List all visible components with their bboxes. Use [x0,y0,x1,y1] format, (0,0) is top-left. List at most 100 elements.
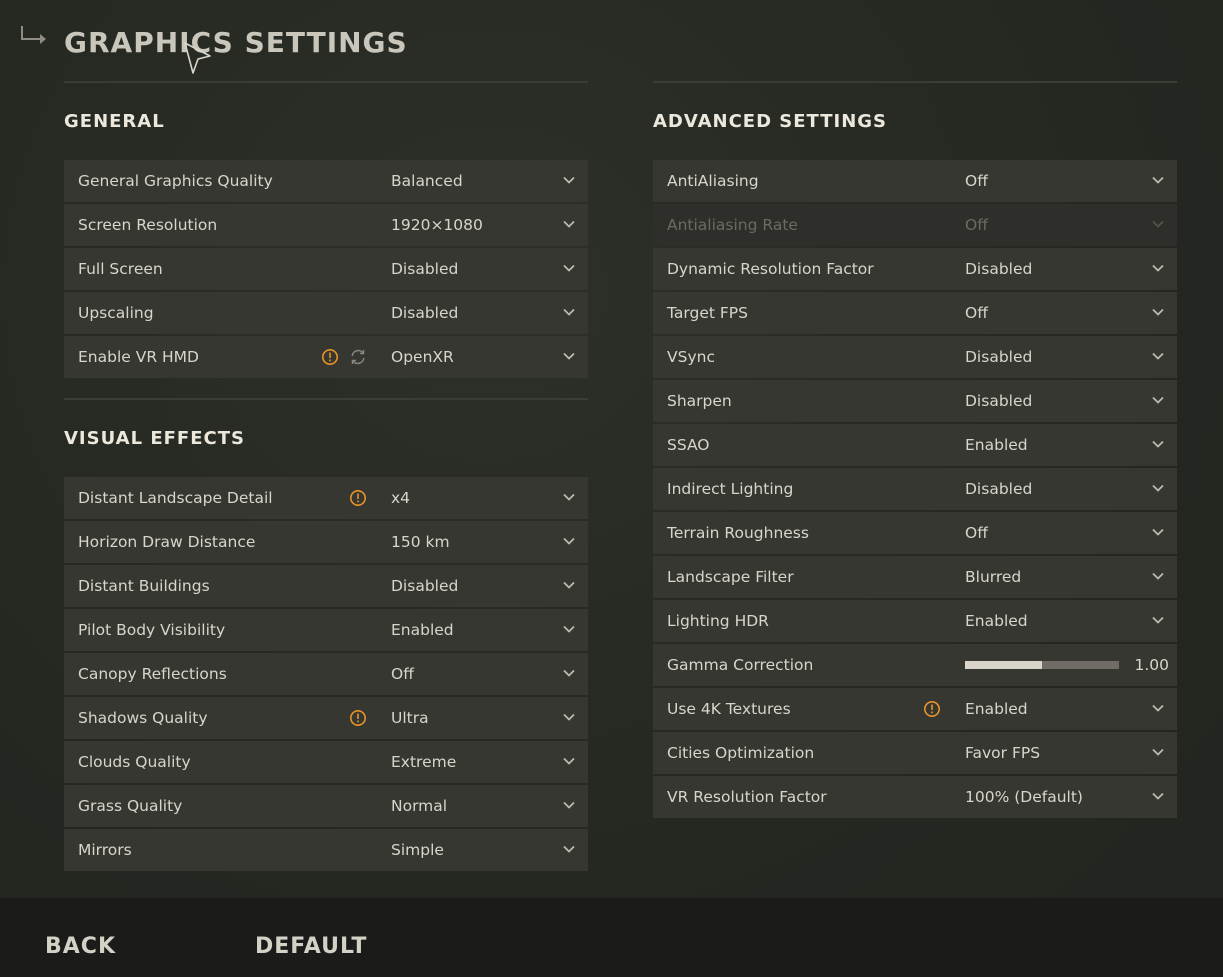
visual-effects-settings-list: Distant Landscape Detail x4 Horizon Draw D… [64,477,588,873]
mouse-cursor-icon [184,42,211,74]
setting-value: 150 km [391,533,450,551]
chevron-down-icon [563,308,575,316]
chevron-down-icon [1152,308,1164,316]
setting-label: Dynamic Resolution Factor [667,260,874,278]
setting-label: Terrain Roughness [667,524,809,542]
setting-label: Enable VR HMD [78,348,199,366]
setting-row-lighting-hdr[interactable]: Lighting HDR Enabled [653,600,1177,642]
chevron-down-icon [563,713,575,721]
chevron-down-icon [1152,176,1164,184]
setting-value: Disabled [391,304,459,322]
setting-label: Distant Buildings [78,577,210,595]
warning-icon[interactable] [349,709,367,727]
graphics-settings-screen: GRAPHICS SETTINGS GENERAL General Graphi… [0,0,1223,977]
setting-value: Off [965,304,988,322]
setting-value: Disabled [965,480,1033,498]
setting-value: Off [965,524,988,542]
setting-label: Target FPS [667,304,748,322]
setting-row-target-fps[interactable]: Target FPS Off [653,292,1177,334]
setting-row-upscaling[interactable]: Upscaling Disabled [64,292,588,334]
chevron-down-icon [563,220,575,228]
setting-label: Antialiasing Rate [667,216,798,234]
setting-row-shadows-quality[interactable]: Shadows Quality Ultra [64,697,588,739]
setting-value: Ultra [391,709,429,727]
setting-label: Pilot Body Visibility [78,621,226,639]
setting-row-clouds-quality[interactable]: Clouds Quality Extreme [64,741,588,783]
chevron-down-icon [563,581,575,589]
setting-row-gamma-correction[interactable]: Gamma Correction 1.00 [653,644,1177,686]
setting-row-screen-resolution[interactable]: Screen Resolution 1920×1080 [64,204,588,246]
setting-value: Enabled [965,436,1028,454]
chevron-down-icon [563,625,575,633]
chevron-down-icon [563,176,575,184]
setting-row-horizon-draw-distance[interactable]: Horizon Draw Distance 150 km [64,521,588,563]
setting-row-use-4k-textures[interactable]: Use 4K Textures Enabled [653,688,1177,730]
setting-row-landscape-filter[interactable]: Landscape Filter Blurred [653,556,1177,598]
setting-row-cities-optimization[interactable]: Cities Optimization Favor FPS [653,732,1177,774]
setting-row-grass-quality[interactable]: Grass Quality Normal [64,785,588,827]
warning-icon[interactable] [321,348,339,366]
warning-icon[interactable] [923,700,941,718]
default-button[interactable]: DEFAULT [255,934,367,960]
chevron-down-icon [563,801,575,809]
setting-label: Clouds Quality [78,753,191,771]
page-title: GRAPHICS SETTINGS [64,26,408,59]
back-button[interactable]: BACK [45,934,116,960]
back-arrow-icon[interactable] [18,24,50,48]
setting-row-antialiasing[interactable]: AntiAliasing Off [653,160,1177,202]
setting-row-pilot-body-visibility[interactable]: Pilot Body Visibility Enabled [64,609,588,651]
chevron-down-icon [1152,484,1164,492]
setting-value: Off [965,172,988,190]
setting-row-general-graphics-quality[interactable]: General Graphics Quality Balanced [64,160,588,202]
chevron-down-icon [1152,704,1164,712]
chevron-down-icon [1152,352,1164,360]
setting-row-mirrors[interactable]: Mirrors Simple [64,829,588,871]
right-column: ADVANCED SETTINGS AntiAliasing Off Antiali… [653,81,1177,820]
setting-row-terrain-roughness[interactable]: Terrain Roughness Off [653,512,1177,554]
setting-label: Lighting HDR [667,612,769,630]
visual-effects-section-title: VISUAL EFFECTS [64,428,245,449]
chevron-down-icon [563,845,575,853]
chevron-down-icon [1152,528,1164,536]
setting-label: SSAO [667,436,710,454]
setting-row-indirect-lighting[interactable]: Indirect Lighting Disabled [653,468,1177,510]
chevron-down-icon [563,757,575,765]
chevron-down-icon [563,537,575,545]
section-divider [64,398,588,400]
setting-label: Sharpen [667,392,732,410]
setting-label: AntiAliasing [667,172,759,190]
setting-row-antialiasing-rate: Antialiasing Rate Off [653,204,1177,246]
setting-row-distant-buildings[interactable]: Distant Buildings Disabled [64,565,588,607]
setting-row-enable-vr-hmd[interactable]: Enable VR HMD OpenXR [64,336,588,378]
setting-label: Mirrors [78,841,132,859]
general-section-title: GENERAL [64,111,165,132]
setting-row-vr-resolution-factor[interactable]: VR Resolution Factor 100% (Default) [653,776,1177,818]
setting-value: Normal [391,797,448,815]
chevron-down-icon [1152,616,1164,624]
setting-label: Grass Quality [78,797,183,815]
setting-value: Enabled [391,621,454,639]
setting-row-sharpen[interactable]: Sharpen Disabled [653,380,1177,422]
setting-row-full-screen[interactable]: Full Screen Disabled [64,248,588,290]
chevron-down-icon [1152,792,1164,800]
advanced-section-title: ADVANCED SETTINGS [653,111,888,132]
setting-row-distant-landscape-detail[interactable]: Distant Landscape Detail x4 [64,477,588,519]
setting-row-dynamic-resolution-factor[interactable]: Dynamic Resolution Factor Disabled [653,248,1177,290]
setting-label: Shadows Quality [78,709,208,727]
setting-row-ssao[interactable]: SSAO Enabled [653,424,1177,466]
setting-row-canopy-reflections[interactable]: Canopy Reflections Off [64,653,588,695]
setting-label: Landscape Filter [667,568,794,586]
setting-value: Favor FPS [965,744,1041,762]
left-column: GENERAL General Graphics Quality Balanced… [64,81,588,873]
setting-value: Disabled [391,260,459,278]
setting-value: Off [965,216,988,234]
warning-icon[interactable] [349,489,367,507]
advanced-settings-list: AntiAliasing Off Antialiasing Rate Off Dynam… [653,160,1177,820]
setting-label: Use 4K Textures [667,700,791,718]
setting-label: Horizon Draw Distance [78,533,256,551]
setting-value: Simple [391,841,444,859]
chevron-down-icon [1152,440,1164,448]
sync-icon[interactable] [349,348,367,366]
gamma-slider[interactable] [965,661,1119,669]
setting-row-vsync[interactable]: VSync Disabled [653,336,1177,378]
